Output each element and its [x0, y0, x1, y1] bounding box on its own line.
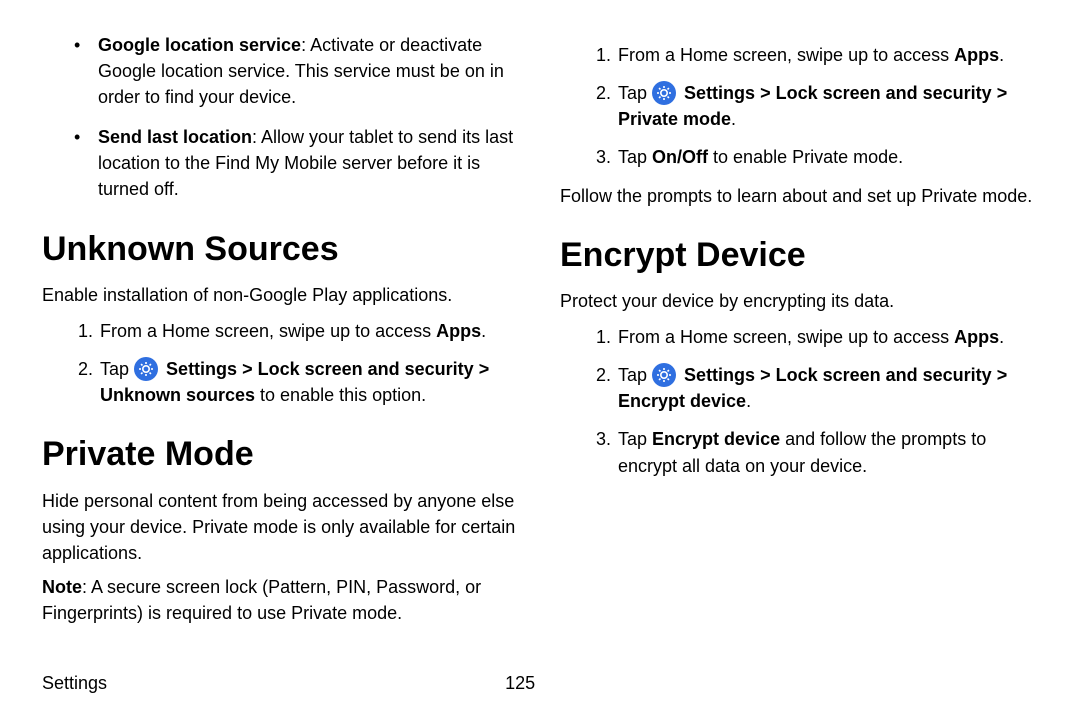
settings-label: Settings [166, 359, 237, 379]
step-text: From a Home screen, swipe up to access [618, 45, 954, 65]
step-text: From a Home screen, swipe up to access [618, 327, 954, 347]
step-item: From a Home screen, swipe up to access A… [98, 318, 520, 344]
step-text: Tap [618, 147, 652, 167]
step-item: From a Home screen, swipe up to access A… [616, 324, 1038, 350]
step-item: From a Home screen, swipe up to access A… [616, 42, 1038, 68]
note-label: Note [42, 577, 82, 597]
two-column-layout: Google location service: Activate or dea… [42, 32, 1038, 634]
step-text: Tap [100, 359, 134, 379]
step-text: Tap [618, 429, 652, 449]
note-text: : A secure screen lock (Pattern, PIN, Pa… [42, 577, 481, 623]
breadcrumb-separator: > [755, 83, 776, 103]
step-item: Tap Encrypt device and follow the prompt… [616, 426, 1038, 478]
footer-section-label: Settings [42, 670, 107, 696]
apps-label: Apps [954, 327, 999, 347]
private-mode-label: Private mode [618, 109, 731, 129]
unknown-sources-label: Unknown sources [100, 385, 255, 405]
breadcrumb-separator: > [992, 83, 1008, 103]
section-note: Note: A secure screen lock (Pattern, PIN… [42, 574, 520, 626]
lock-screen-label: Lock screen and security [776, 365, 992, 385]
step-text: to enable this option. [255, 385, 426, 405]
lock-screen-label: Lock screen and security [776, 83, 992, 103]
bullet-label: Google location service [98, 35, 301, 55]
section-intro: Hide personal content from being accesse… [42, 488, 520, 566]
breadcrumb-separator: > [237, 359, 258, 379]
manual-page: Google location service: Activate or dea… [0, 0, 1080, 720]
step-text: From a Home screen, swipe up to access [100, 321, 436, 341]
bullet-item: Google location service: Activate or dea… [42, 32, 520, 110]
step-text: . [746, 391, 751, 411]
step-text: . [999, 45, 1004, 65]
breadcrumb-separator: > [474, 359, 490, 379]
apps-label: Apps [436, 321, 481, 341]
steps-list: From a Home screen, swipe up to access A… [560, 42, 1038, 171]
encrypt-device-label: Encrypt device [618, 391, 746, 411]
step-text: . [481, 321, 486, 341]
step-text: Tap [618, 365, 652, 385]
step-item: Tap Settings > Lock screen and security … [616, 80, 1038, 132]
left-column: Google location service: Activate or dea… [42, 32, 520, 634]
step-text: . [731, 109, 736, 129]
step-item: Tap Settings > Lock screen and security … [616, 362, 1038, 414]
steps-list: From a Home screen, swipe up to access A… [560, 324, 1038, 479]
breadcrumb-separator: > [755, 365, 776, 385]
right-column: From a Home screen, swipe up to access A… [560, 32, 1038, 634]
settings-label: Settings [684, 83, 755, 103]
bullet-list: Google location service: Activate or dea… [42, 32, 520, 203]
page-footer: Settings 125 [42, 670, 1038, 696]
lock-screen-label: Lock screen and security [258, 359, 474, 379]
section-intro: Protect your device by encrypting its da… [560, 288, 1038, 314]
step-item: Tap On/Off to enable Private mode. [616, 144, 1038, 170]
encrypt-device-label: Encrypt device [652, 429, 780, 449]
settings-gear-icon [134, 357, 158, 381]
step-text: to enable Private mode. [708, 147, 903, 167]
settings-label: Settings [684, 365, 755, 385]
section-heading-private-mode: Private Mode [42, 430, 520, 479]
onoff-label: On/Off [652, 147, 708, 167]
section-heading-encrypt-device: Encrypt Device [560, 231, 1038, 280]
bullet-item: Send last location: Allow your tablet to… [42, 124, 520, 202]
step-text: Tap [618, 83, 652, 103]
bullet-label: Send last location [98, 127, 252, 147]
apps-label: Apps [954, 45, 999, 65]
footer-page-number: 125 [505, 670, 535, 696]
step-text: . [999, 327, 1004, 347]
section-intro: Enable installation of non-Google Play a… [42, 282, 520, 308]
settings-gear-icon [652, 363, 676, 387]
follow-text: Follow the prompts to learn about and se… [560, 183, 1038, 209]
section-heading-unknown-sources: Unknown Sources [42, 225, 520, 274]
settings-gear-icon [652, 81, 676, 105]
steps-list: From a Home screen, swipe up to access A… [42, 318, 520, 408]
step-item: Tap Settings > Lock screen and security … [98, 356, 520, 408]
breadcrumb-separator: > [992, 365, 1008, 385]
